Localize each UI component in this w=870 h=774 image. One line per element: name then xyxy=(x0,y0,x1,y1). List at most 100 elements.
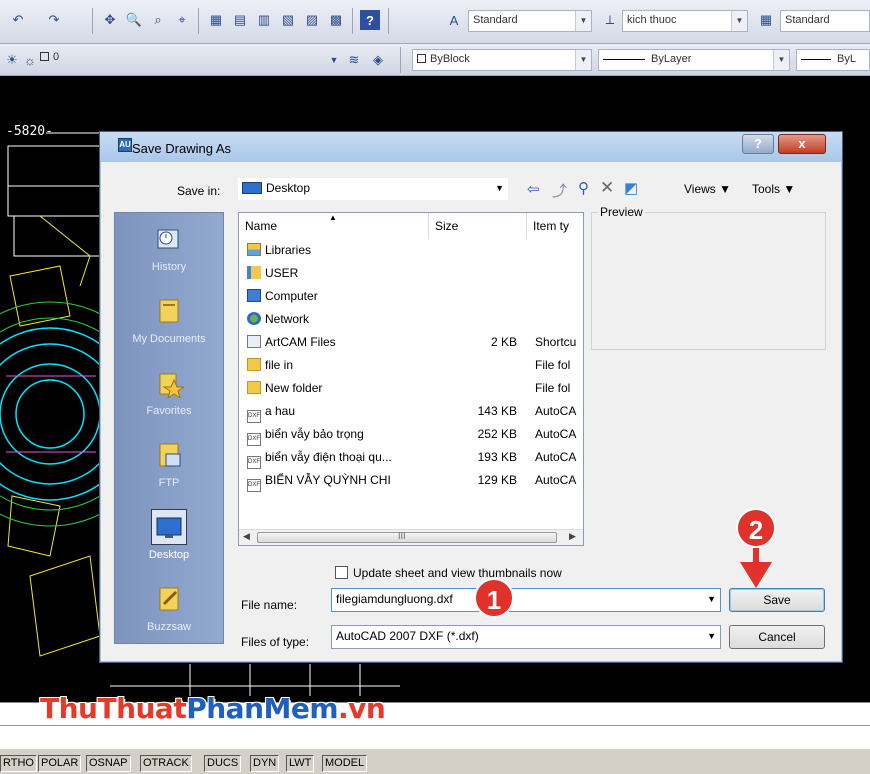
toolbar-separator xyxy=(400,47,401,73)
dwg-file-icon: DXF xyxy=(247,479,261,492)
place-ftp[interactable]: FTP xyxy=(115,433,223,505)
lineweight-value: ByL xyxy=(837,53,856,65)
chevron-down-icon[interactable]: ▼ xyxy=(495,183,504,193)
status-model-button[interactable]: MODEL xyxy=(322,755,368,772)
watermark-part-1: ThuThuat xyxy=(40,692,187,725)
dialog-title-bar[interactable]: AU Save Drawing As ? x xyxy=(100,132,842,162)
file-row-computer[interactable]: Computer xyxy=(239,286,583,309)
step-2-arrow-icon xyxy=(740,562,772,588)
zoom-realtime-icon[interactable]: 🔍 xyxy=(124,10,144,30)
pan-icon[interactable]: ✥ xyxy=(100,10,120,30)
files-of-type-value: AutoCAD 2007 DXF (*.dxf) xyxy=(336,629,479,643)
save-button[interactable]: Save xyxy=(729,588,825,612)
layer-previous-icon[interactable]: ◈ xyxy=(368,50,388,70)
zoom-previous-icon[interactable]: ⌖ xyxy=(172,10,192,30)
cancel-button[interactable]: Cancel xyxy=(729,625,825,649)
zoom-window-icon[interactable]: ⌕ xyxy=(148,10,168,30)
places-bar: History My Documents Favorites FTP Deskt… xyxy=(114,212,224,644)
linetype-value: ByLayer xyxy=(651,53,692,65)
new-folder-icon[interactable]: ◩ xyxy=(624,179,638,197)
save-in-select[interactable]: Desktop ▼ xyxy=(238,178,508,200)
scroll-right-icon[interactable]: ▶ xyxy=(569,531,576,542)
file-row-bien-vay-quynh-chi[interactable]: DXF BIỂN VẪY QUỲNH CHI 129 KB AutoCA xyxy=(239,470,583,493)
views-menu[interactable]: Views ▼ xyxy=(684,182,731,196)
status-polar-button[interactable]: POLAR xyxy=(38,755,82,772)
properties-icon[interactable]: ▦ xyxy=(206,10,226,30)
scroll-left-icon[interactable]: ◀ xyxy=(243,531,250,542)
design-center-icon[interactable]: ▤ xyxy=(230,10,250,30)
files-of-type-select[interactable]: AutoCAD 2007 DXF (*.dxf) ▼ xyxy=(331,625,721,649)
chevron-down-icon[interactable]: ▼ xyxy=(731,11,747,31)
place-favorites[interactable]: Favorites xyxy=(115,361,223,433)
chevron-down-icon[interactable]: ▼ xyxy=(324,50,344,70)
place-desktop-label: Desktop xyxy=(148,549,190,561)
status-osnap-button[interactable]: OSNAP xyxy=(86,755,131,772)
back-icon[interactable]: ⇦ xyxy=(527,180,540,198)
file-type-cell: AutoCA xyxy=(535,404,577,418)
desktop-icon xyxy=(242,182,262,194)
place-buzzsaw[interactable]: Buzzsaw xyxy=(115,577,223,649)
status-ortho-button[interactable]: RTHO xyxy=(0,755,37,772)
linetype-select[interactable]: ByLayer ▼ xyxy=(598,49,790,71)
chevron-down-icon[interactable]: ▼ xyxy=(575,11,591,31)
place-my-documents[interactable]: My Documents xyxy=(115,289,223,361)
help-icon[interactable]: ? xyxy=(360,10,380,30)
undo-icon[interactable]: ↶ xyxy=(8,10,28,30)
status-ducs-button[interactable]: DUCS xyxy=(204,755,242,772)
status-bar: RTHO POLAR OSNAP OTRACK DUCS DYN LWT MOD… xyxy=(0,748,870,774)
place-desktop[interactable]: Desktop xyxy=(115,505,223,577)
status-otrack-button[interactable]: OTRACK xyxy=(140,755,192,772)
tool-palettes-icon[interactable]: ▥ xyxy=(254,10,274,30)
tools-menu[interactable]: Tools ▼ xyxy=(752,182,795,196)
color-select[interactable]: ByBlock ▼ xyxy=(412,49,592,71)
file-row-file-in[interactable]: file in File fol xyxy=(239,355,583,378)
file-name-cell: biển vẫy điện thoại qu... xyxy=(265,450,392,464)
column-header-name[interactable]: Name ▲ xyxy=(239,213,429,239)
file-row-bien-vay-bao-trong[interactable]: DXF biển vẫy bảo trọng 252 KB AutoCA xyxy=(239,424,583,447)
close-button[interactable]: x xyxy=(778,134,826,154)
chevron-down-icon[interactable]: ▼ xyxy=(575,50,591,70)
file-list[interactable]: Name ▲ Size Item ty Libraries USER Comput… xyxy=(238,212,584,546)
status-lwt-button[interactable]: LWT xyxy=(286,755,315,772)
layer-select[interactable]: 0 xyxy=(40,48,340,70)
make-current-layer-icon[interactable]: ≋ xyxy=(344,50,364,70)
file-type-cell: AutoCA xyxy=(535,450,577,464)
save-drawing-dialog: AU Save Drawing As ? x Save in: Desktop … xyxy=(99,131,843,663)
dim-style-select[interactable]: kich thuoc ▼ xyxy=(622,10,748,32)
sheet-set-icon[interactable]: ▧ xyxy=(278,10,298,30)
chevron-down-icon[interactable]: ▼ xyxy=(773,50,789,70)
toolbar-separator xyxy=(388,8,389,34)
chevron-down-icon[interactable]: ▼ xyxy=(707,594,716,604)
column-header-size[interactable]: Size xyxy=(429,213,527,239)
file-row-new-folder[interactable]: New folder File fol xyxy=(239,378,583,401)
search-web-icon[interactable]: ⚲ xyxy=(578,179,589,197)
file-row-libraries[interactable]: Libraries xyxy=(239,240,583,263)
place-history[interactable]: History xyxy=(115,217,223,289)
tools-label: Tools xyxy=(752,182,781,196)
calculator-icon[interactable]: ▩ xyxy=(326,10,346,30)
markup-icon[interactable]: ▨ xyxy=(302,10,322,30)
up-folder-icon[interactable]: ⤴ xyxy=(552,180,567,201)
file-name-input[interactable]: filegiamdungluong.dxf ▼ xyxy=(331,588,721,612)
table-style-select[interactable]: Standard xyxy=(780,10,870,32)
file-row-bien-vay-dien-thoai[interactable]: DXF biển vẫy điện thoại qu... 193 KB AutoCA xyxy=(239,447,583,470)
chevron-down-icon[interactable]: ▼ xyxy=(707,631,716,641)
file-row-artcam[interactable]: ArtCAM Files 2 KB Shortcu xyxy=(239,332,583,355)
preview-pane xyxy=(591,212,826,350)
delete-icon[interactable]: ✕ xyxy=(600,178,614,198)
color-value: ByBlock xyxy=(430,53,470,65)
update-thumbnails-checkbox[interactable] xyxy=(335,566,348,579)
text-style-select[interactable]: Standard ▼ xyxy=(468,10,592,32)
file-row-user[interactable]: USER xyxy=(239,263,583,286)
lineweight-select[interactable]: ByL xyxy=(796,49,870,71)
file-size-cell: 129 KB xyxy=(477,473,517,487)
scrollbar-thumb[interactable]: III xyxy=(257,531,557,543)
column-header-type[interactable]: Item ty xyxy=(527,213,583,239)
redo-icon[interactable]: ↷ xyxy=(44,10,64,30)
file-name-cell: ArtCAM Files xyxy=(265,335,336,349)
help-button[interactable]: ? xyxy=(742,134,774,154)
file-row-network[interactable]: Network xyxy=(239,309,583,332)
horizontal-scrollbar[interactable]: ◀ III ▶ xyxy=(239,529,583,545)
file-row-a-hau[interactable]: DXF a hau 143 KB AutoCA xyxy=(239,401,583,424)
status-dyn-button[interactable]: DYN xyxy=(250,755,280,772)
